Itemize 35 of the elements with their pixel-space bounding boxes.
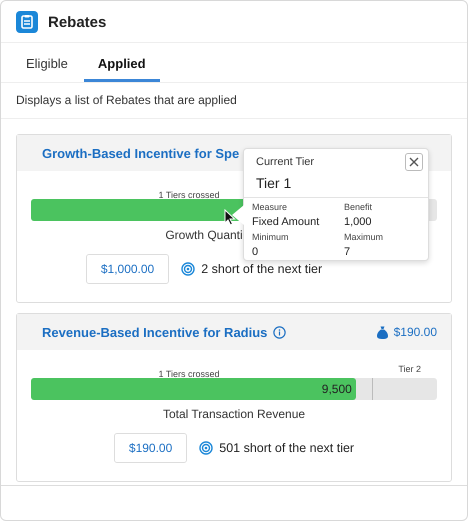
field-label: Maximum xyxy=(344,232,384,242)
measure-label: Growth Quanti xyxy=(165,228,243,242)
field-value: Fixed Amount xyxy=(252,216,320,228)
rebate-amount: $190.00 xyxy=(394,325,437,339)
tiers-crossed-label: 1 Tiers crossed xyxy=(158,190,220,200)
panel-title: Rebates xyxy=(48,14,106,30)
payout-amount: $1,000.00 xyxy=(86,254,170,284)
field-value: 0 xyxy=(252,246,260,258)
payout-amount: $190.00 xyxy=(114,433,188,463)
measure-label: Total Transaction Revenue xyxy=(162,407,306,421)
description-text: Displays a list of Rebates that are applied xyxy=(1,83,467,119)
clipboard-icon xyxy=(16,11,38,33)
next-tier-label: Tier 2 xyxy=(398,364,421,374)
field-value: 1,000 xyxy=(344,216,373,228)
current-tier-name: Tier 1 xyxy=(244,171,428,198)
shortfall-text: 501 short of the next tier xyxy=(219,441,354,455)
close-icon xyxy=(409,157,419,167)
cursor-icon xyxy=(224,209,236,226)
rebate-title[interactable]: Revenue-Based Incentive for Radius xyxy=(42,324,268,340)
info-icon[interactable] xyxy=(273,326,286,338)
field-value: 7 xyxy=(344,246,352,258)
field-label: Benefit xyxy=(344,202,374,212)
money-bag-icon xyxy=(376,326,388,338)
field-label: Minimum xyxy=(252,232,290,242)
shortfall-text: 2 short of the next tier xyxy=(201,262,322,276)
target-icon xyxy=(181,262,196,276)
target-icon xyxy=(199,441,214,455)
field-label: Measure xyxy=(252,202,288,212)
close-button[interactable] xyxy=(405,153,423,171)
tab[interactable]: Applied xyxy=(84,51,160,82)
popover-heading: Current Tier xyxy=(256,156,314,168)
tab[interactable]: Eligible xyxy=(12,51,82,82)
progress-value: 9,500 xyxy=(322,382,353,396)
tiers-crossed-label: 1 Tiers crossed xyxy=(158,369,220,379)
rebate-title[interactable]: Growth-Based Incentive for Spe xyxy=(42,146,240,160)
